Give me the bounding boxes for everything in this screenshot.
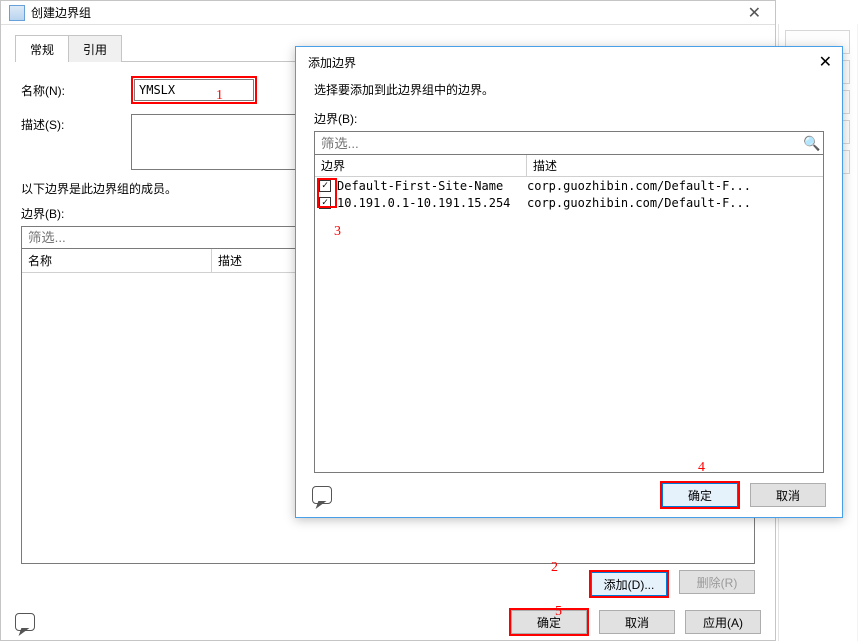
dlg-footer: 确定 取消: [296, 473, 842, 517]
dlg-list: 边界 描述 ✓ Default-First-Site-Name corp.guo…: [314, 155, 824, 473]
add-button[interactable]: 添加(D)...: [591, 572, 667, 596]
cancel-button[interactable]: 取消: [599, 610, 675, 634]
dlg-cancel-button[interactable]: 取消: [750, 483, 826, 507]
remove-button: 删除(R): [679, 570, 755, 594]
cell-desc: corp.guozhibin.com/Default-F...: [527, 179, 751, 193]
apply-button[interactable]: 应用(A): [685, 610, 761, 634]
highlight-checkboxes: [317, 178, 337, 208]
cell-name: Default-First-Site-Name: [337, 179, 527, 193]
main-footer: 确定 取消 应用(A): [1, 604, 775, 640]
dlg-filter-input[interactable]: [315, 132, 801, 154]
annotation-3: 3: [334, 224, 341, 240]
dlg-list-header: 边界 描述: [315, 155, 823, 177]
annotation-2: 2: [551, 560, 558, 576]
tab-general[interactable]: 常规: [15, 35, 69, 62]
annotation-1: 1: [216, 88, 223, 104]
annotation-4: 4: [698, 460, 705, 476]
list-item[interactable]: ✓ Default-First-Site-Name corp.guozhibin…: [315, 177, 823, 194]
label-desc: 描述(S):: [21, 114, 131, 133]
tab-refs[interactable]: 引用: [69, 35, 122, 62]
comment-icon[interactable]: [312, 486, 332, 504]
comment-icon[interactable]: [15, 613, 35, 631]
highlight-ok-dlg: 确定: [660, 481, 740, 509]
dlg-filter: 🔍: [314, 131, 824, 155]
dlg-title-text: 添加边界: [308, 54, 356, 71]
main-titlebar: 创建边界组 ✕: [1, 1, 775, 25]
cell-desc: corp.guozhibin.com/Default-F...: [527, 196, 751, 210]
close-icon[interactable]: ✕: [742, 3, 767, 23]
app-icon: [9, 5, 25, 21]
dlg-ok-button[interactable]: 确定: [662, 483, 738, 507]
label-name: 名称(N):: [21, 82, 131, 99]
name-input[interactable]: [134, 79, 254, 101]
ok-button[interactable]: 确定: [511, 610, 587, 634]
highlight-ok-main: 确定: [509, 608, 589, 636]
dlg-col-boundary[interactable]: 边界: [315, 155, 527, 176]
add-boundary-dialog: 添加边界 ✕ 选择要添加到此边界组中的边界。 边界(B): 🔍 边界 描述 ✓ …: [295, 46, 843, 518]
search-icon[interactable]: 🔍: [801, 132, 823, 154]
highlight-name: [131, 76, 257, 104]
main-title: 创建边界组: [31, 4, 91, 21]
highlight-add: 添加(D)...: [589, 570, 669, 598]
dlg-instruction: 选择要添加到此边界组中的边界。: [314, 81, 824, 98]
dlg-list-body: ✓ Default-First-Site-Name corp.guozhibin…: [315, 177, 823, 472]
dlg-label-boundary: 边界(B):: [314, 110, 824, 127]
dlg-close-icon[interactable]: ✕: [819, 52, 832, 72]
col-name[interactable]: 名称: [22, 249, 212, 272]
cell-name: 10.191.0.1-10.191.15.254: [337, 196, 527, 210]
annotation-5: 5: [555, 604, 562, 620]
dlg-titlebar: 添加边界 ✕: [296, 47, 842, 77]
list-item[interactable]: ✓ 10.191.0.1-10.191.15.254 corp.guozhibi…: [315, 194, 823, 211]
dlg-col-desc[interactable]: 描述: [527, 155, 823, 176]
